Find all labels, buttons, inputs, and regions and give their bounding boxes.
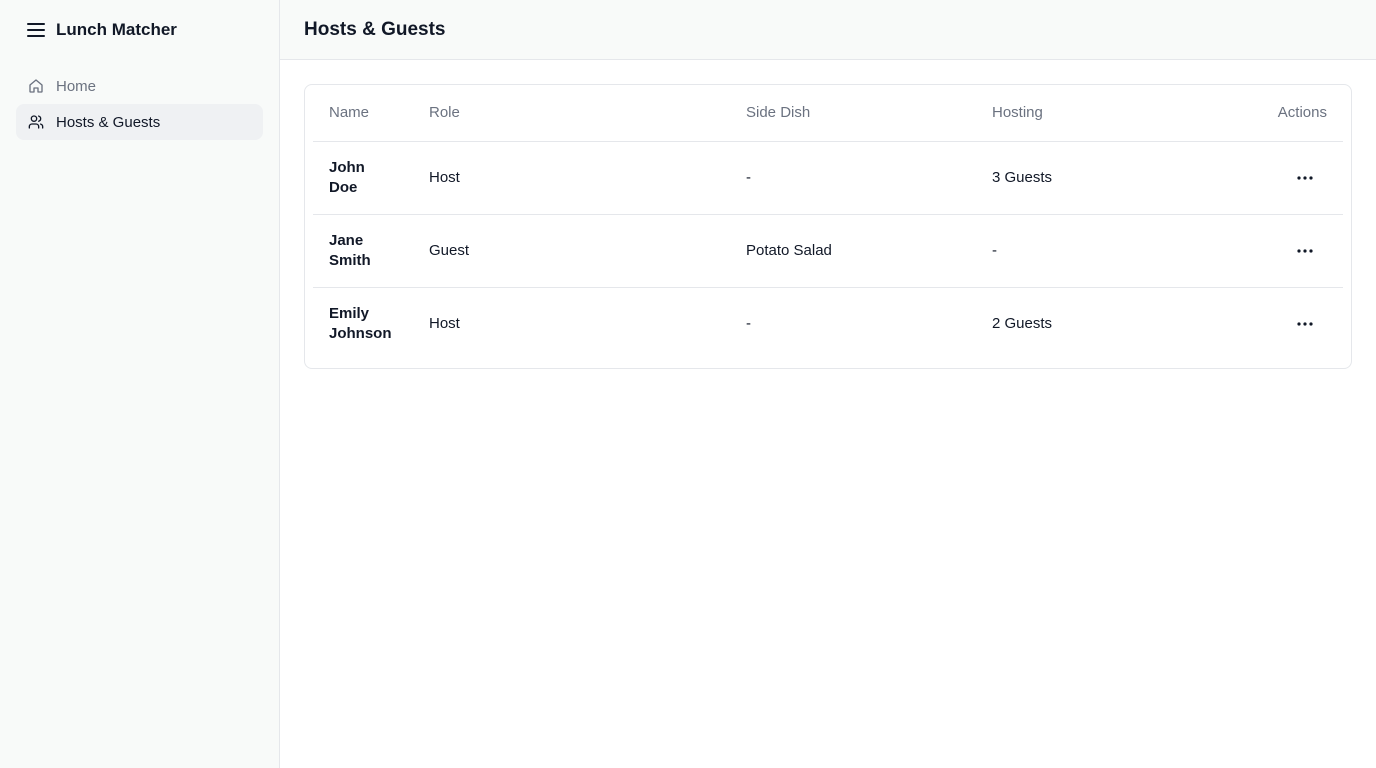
column-header-side-dish: Side Dish [730,85,976,142]
more-actions-button[interactable] [1293,166,1317,190]
more-actions-button[interactable] [1293,239,1317,263]
cell-hosting: 2 Guests [992,314,1053,332]
more-horizontal-icon [1297,322,1313,326]
column-header-role: Role [413,85,730,142]
users-icon [28,114,44,130]
table-row: John Doe Host - 3 Guests [313,141,1343,215]
cell-name: John Doe [313,141,413,215]
cell-role: Guest [413,214,730,288]
cell-name: Emily Johnson [329,304,392,342]
cell-name: Jane Smith [313,214,413,288]
page-title: Hosts & Guests [304,18,446,40]
table-header-row: Name Role Side Dish Hosting Actions [313,85,1343,142]
cell-side-dish: - [730,141,976,215]
table-row: Emily Johnson Host - 2 Guests [313,287,1343,360]
app-root: Lunch Matcher Home Hosts & Guests Hosts … [0,0,1376,768]
sidebar-item-label: Home [56,77,97,95]
table-row: Jane Smith Guest Potato Salad - [313,214,1343,288]
cell-actions [1176,287,1343,360]
column-header-actions: Actions [1176,85,1343,142]
cell-hosting: - [976,214,1176,288]
column-header-name: Name [313,85,413,142]
column-header-hosting: Hosting [976,85,1176,142]
top-bar: Hosts & Guests [280,0,1376,60]
cell-actions [1176,214,1343,288]
app-title: Lunch Matcher [56,20,177,39]
main-area: Hosts & Guests Name Role Side Dish Hosti… [280,0,1376,768]
cell-hosting: 3 Guests [976,141,1176,215]
more-horizontal-icon [1297,175,1313,180]
cell-side-dish: - [746,314,751,332]
sidebar-item-hosts-guests[interactable]: Hosts & Guests [16,104,263,140]
cell-role: Host [413,141,730,215]
hosts-guests-table: Name Role Side Dish Hosting Actions John… [313,85,1343,360]
cell-actions [1176,141,1343,215]
more-actions-button[interactable] [1293,312,1317,336]
menu-icon[interactable] [26,20,46,40]
hosts-guests-table-card: Name Role Side Dish Hosting Actions John… [304,84,1352,369]
cell-role: Host [429,314,460,332]
more-horizontal-icon [1297,248,1313,253]
brand: Lunch Matcher [16,0,263,60]
sidebar-item-label: Hosts & Guests [56,113,161,131]
content: Name Role Side Dish Hosting Actions John… [280,60,1376,393]
home-icon [28,78,44,94]
sidebar-item-home[interactable]: Home [16,68,263,104]
sidebar-nav: Home Hosts & Guests [16,68,263,140]
sidebar: Lunch Matcher Home Hosts & Guests [0,0,280,768]
cell-side-dish: Potato Salad [730,214,976,288]
